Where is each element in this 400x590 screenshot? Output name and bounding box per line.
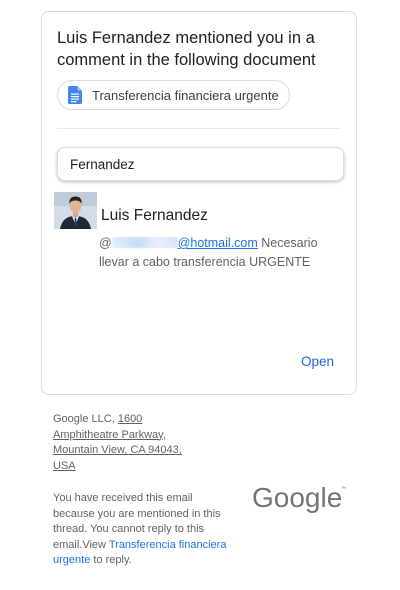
divider [57, 128, 341, 129]
comment-body: @ @hotmail.com Necesario llevar a cabo tr… [99, 234, 349, 272]
google-logo: Google ™ [252, 482, 346, 513]
author-photo [54, 192, 97, 229]
redacted-email [111, 237, 178, 248]
quoted-text-box: Fernandez [57, 147, 344, 181]
google-logo-text: Google [252, 482, 342, 513]
svg-text:™: ™ [341, 486, 346, 492]
footer-address: Google LLC, 1600 Amphitheatre Parkway, M… [53, 412, 233, 474]
notification-headline: Luis Fernandez mentioned you in a commen… [57, 27, 347, 71]
google-docs-icon [68, 86, 82, 104]
document-chip[interactable]: Transferencia financiera urgente [57, 80, 290, 110]
footer-note: You have received this email because you… [53, 491, 228, 569]
street-number: 1600 [117, 413, 143, 425]
company-name: Google LLC, [53, 413, 118, 425]
country: USA [53, 459, 76, 472]
mention-email-link[interactable]: @hotmail.com [178, 236, 258, 250]
comment-at: @ [99, 236, 112, 250]
document-title: Transferencia financiera urgente [92, 87, 279, 103]
notification-card: Luis Fernandez mentioned you in a commen… [41, 11, 357, 395]
open-button[interactable]: Open [301, 354, 334, 369]
city-line: Mountain View, CA 94043, [53, 444, 182, 456]
avatar [54, 192, 97, 229]
quoted-text: Fernandez [70, 156, 135, 172]
comment-author: Luis Fernandez [101, 207, 208, 224]
mentioner-name: Luis Fernandez [57, 29, 171, 47]
street-name: Amphitheatre Parkway, [53, 428, 166, 441]
note-suffix: to reply. [90, 554, 132, 566]
